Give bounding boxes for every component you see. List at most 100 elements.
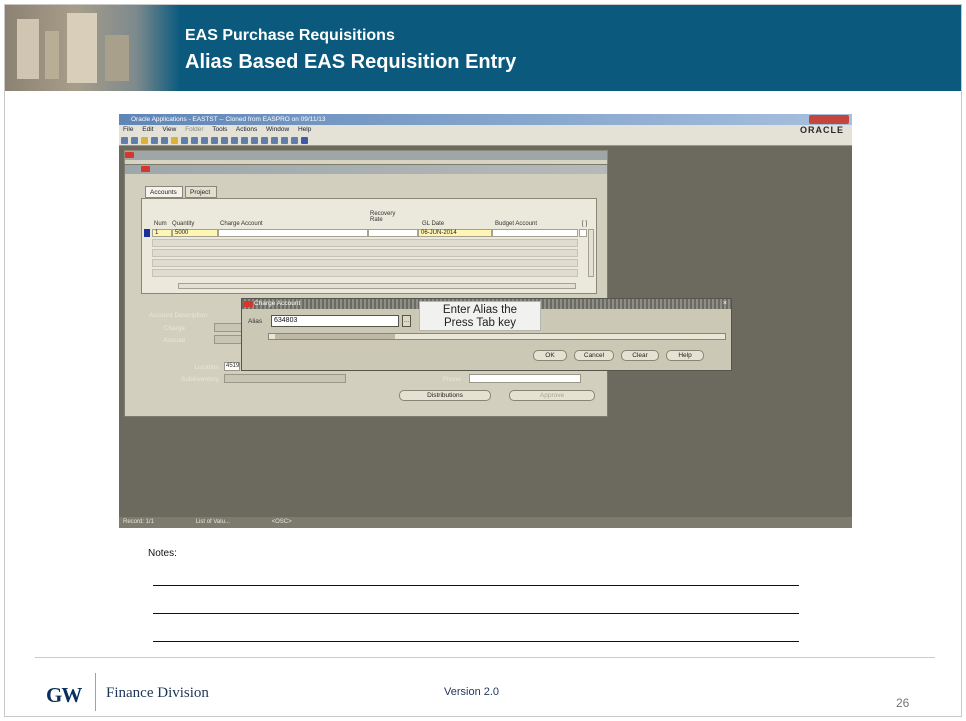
toolbar-icon[interactable] (161, 137, 168, 144)
lov-button[interactable]: ... (402, 315, 411, 327)
col-budget-account: Budget Account (495, 221, 538, 227)
toolbar-icon[interactable] (221, 137, 228, 144)
menu-folder[interactable]: Folder (185, 126, 203, 133)
close-icon[interactable]: × (723, 300, 727, 308)
col-charge-account: Charge Account (220, 221, 263, 227)
grid-h-scrollbar[interactable] (178, 283, 576, 289)
row1-charge-account[interactable] (218, 229, 368, 237)
callout-line2: Press Tab key (443, 317, 516, 329)
version-label: Version 2.0 (444, 686, 500, 698)
row1-recovery-rate[interactable] (368, 229, 418, 237)
toolbar-icon[interactable] (181, 137, 188, 144)
toolbar-icon[interactable] (171, 137, 178, 144)
row1-misc[interactable] (579, 229, 587, 237)
menu-edit[interactable]: Edit (142, 126, 153, 133)
accounts-grid: Num Quantity Charge Account Recovery Rat… (141, 198, 597, 294)
alias-input[interactable]: 634803 (271, 315, 399, 327)
charge-field[interactable] (214, 323, 242, 332)
note-line (153, 613, 799, 614)
menu-actions[interactable]: Actions (236, 126, 257, 133)
empty-row (152, 249, 578, 257)
accrual-field[interactable] (214, 335, 242, 344)
oracle-status-bar: Record: 1/1 List of Valu... <OSC> (119, 517, 852, 528)
form-icon (141, 166, 150, 172)
toolbar-icon[interactable] (121, 137, 128, 144)
slide: EAS Purchase Requisitions Alias Based EA… (4, 4, 962, 717)
oracle-titlebar: Oracle Applications - EASTST -- Cloned f… (119, 114, 852, 125)
gw-logo: GW (46, 683, 82, 707)
row1-quantity: 5000 (175, 230, 189, 236)
form-icon (125, 152, 134, 158)
toolbar-icon[interactable] (211, 137, 218, 144)
help-icon[interactable] (301, 137, 308, 144)
header-title: EAS Purchase Requisitions (185, 27, 395, 44)
tab-project[interactable]: Project (185, 186, 217, 198)
label-charge: Charge (163, 325, 185, 332)
toolbar-icon[interactable] (281, 137, 288, 144)
window-controls[interactable] (809, 115, 849, 124)
toolbar-icon[interactable] (241, 137, 248, 144)
notes-label: Notes: (148, 548, 177, 559)
label-accrual: Accrual (163, 337, 185, 344)
toolbar-icon[interactable] (191, 137, 198, 144)
toolbar-icon[interactable] (291, 137, 298, 144)
row1-quantity-cell[interactable]: 5000 (172, 229, 218, 237)
distributions-button[interactable]: Distributions (399, 390, 491, 401)
note-line (153, 585, 799, 586)
approve-button[interactable]: Approve (509, 390, 595, 401)
grid-scrollbar[interactable] (588, 229, 594, 277)
menu-file[interactable]: File (123, 126, 133, 133)
menu-window[interactable]: Window (266, 126, 289, 133)
tab-accounts[interactable]: Accounts (145, 186, 183, 198)
status-lov: List of Valu... (195, 519, 230, 525)
toolbar-icon[interactable] (231, 137, 238, 144)
oracle-logo: ORACLE (800, 125, 844, 135)
label-phone: Phone (442, 376, 461, 383)
menu-help[interactable]: Help (298, 126, 311, 133)
empty-row (152, 239, 578, 247)
clear-button[interactable]: Clear (621, 350, 659, 361)
toolbar-icon[interactable] (131, 137, 138, 144)
ok-button[interactable]: OK (533, 350, 567, 361)
subinventory-field[interactable] (224, 374, 346, 383)
page-number: 26 (896, 696, 910, 710)
menu-view[interactable]: View (162, 126, 176, 133)
cancel-button[interactable]: Cancel (574, 350, 614, 361)
empty-row (152, 269, 578, 277)
oracle-screenshot: Oracle Applications - EASTST -- Cloned f… (119, 114, 852, 528)
note-line (153, 641, 799, 642)
header-band: EAS Purchase Requisitions Alias Based EA… (5, 5, 961, 91)
callout-line1: Enter Alias the (442, 304, 518, 316)
oracle-menubar: File Edit View Folder Tools Actions Wind… (119, 125, 852, 135)
status-record: Record: 1/1 (123, 519, 155, 525)
row1-gl-date-cell[interactable]: 06-JUN-2014 (418, 229, 492, 237)
location-field[interactable]: 4519 (224, 362, 240, 371)
toolbar-icon[interactable] (251, 137, 258, 144)
col-recovery-rate: Recovery Rate (370, 211, 396, 223)
dialog-icon (244, 301, 253, 307)
row1-budget-account[interactable] (492, 229, 578, 237)
menu-tools[interactable]: Tools (212, 126, 227, 133)
toolbar-icon[interactable] (271, 137, 278, 144)
row-indicator (144, 229, 150, 237)
toolbar-icon[interactable] (261, 137, 268, 144)
col-num: Num (154, 221, 167, 227)
status-osc: <OSC> (271, 519, 292, 525)
col-gl-date: GL Date (422, 221, 445, 227)
col-quantity: Quantity (172, 221, 195, 227)
phone-field[interactable] (469, 374, 581, 383)
campus-photo (5, 5, 180, 91)
dialog-scrollbar[interactable] (268, 333, 726, 340)
label-account-description: Account Description (149, 312, 207, 319)
label-location: Location (194, 364, 219, 371)
toolbar-icon[interactable] (201, 137, 208, 144)
help-button[interactable]: Help (666, 350, 704, 361)
toolbar-icon[interactable] (141, 137, 148, 144)
scroll-thumb[interactable] (275, 334, 395, 339)
row1-num-cell[interactable]: 1 (152, 229, 172, 237)
instruction-callout: Enter Alias the Press Tab key (419, 301, 541, 331)
label-subinventory: Subinventory (181, 376, 219, 383)
logo-separator (95, 673, 96, 711)
toolbar-icon[interactable] (151, 137, 158, 144)
row1-num: 1 (155, 230, 159, 236)
